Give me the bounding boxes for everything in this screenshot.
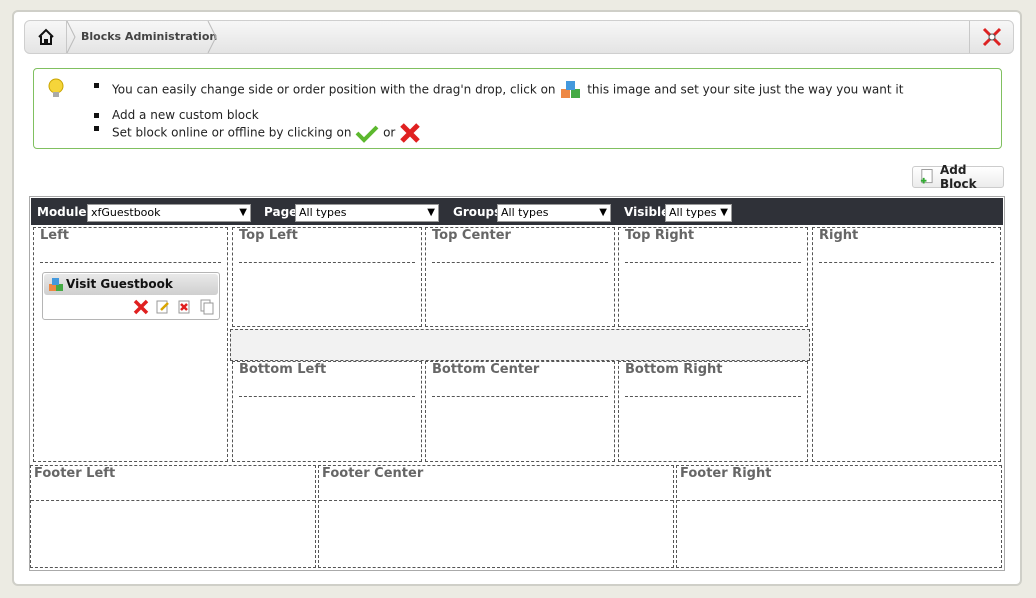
zone-footer-right[interactable]: Footer Right (676, 465, 1002, 568)
main-frame: Blocks Administration You can easily cha… (12, 10, 1022, 586)
zone-right[interactable]: Right (812, 227, 1001, 462)
offline-icon[interactable] (133, 299, 149, 315)
cross-icon (400, 123, 420, 143)
block-handle[interactable]: Visit Guestbook (44, 274, 218, 295)
chevron-down-icon: ▼ (239, 207, 247, 218)
block-card[interactable]: Visit Guestbook (42, 272, 220, 320)
help-text: or (383, 125, 396, 140)
filter-bar: Modules xfGuestbook ▼ Page All types ▼ Gro… (31, 198, 1003, 225)
delete-icon[interactable] (177, 299, 193, 315)
zone-divider (239, 396, 415, 397)
visible-label: Visible (624, 205, 670, 219)
zone-label: Bottom Left (239, 362, 327, 377)
zone-top-center[interactable]: Top Center (425, 227, 615, 327)
clone-icon[interactable] (199, 299, 215, 315)
breadcrumb-separator (66, 21, 76, 53)
block-title: Visit Guestbook (66, 277, 173, 291)
help-item-online: Set block online or offline by clicking … (94, 122, 903, 144)
add-page-icon (920, 169, 933, 184)
modules-value: xfGuestbook (91, 206, 161, 219)
zone-divider (31, 500, 315, 501)
zone-bottom-left[interactable]: Bottom Left (232, 361, 422, 462)
page-value: All types (299, 206, 347, 219)
zone-top-right[interactable]: Top Right (618, 227, 808, 327)
zone-divider (625, 396, 801, 397)
page-label: Page (264, 205, 298, 219)
page-select[interactable]: All types ▼ (295, 204, 439, 222)
checkmark-icon (355, 125, 379, 143)
blocks-icon (49, 278, 63, 291)
breadcrumb-title[interactable]: Blocks Administration (79, 21, 217, 53)
chevron-down-icon: ▼ (427, 207, 435, 218)
modules-label: Modules (37, 205, 94, 219)
visible-value: All types (669, 206, 717, 219)
add-block-label: Add Block (939, 163, 977, 191)
zone-label: Top Center (432, 228, 511, 243)
add-block-button[interactable]: Add Block (912, 163, 1004, 191)
zone-divider (432, 396, 608, 397)
zone-bottom-center[interactable]: Bottom Center (425, 361, 615, 462)
zone-footer-left[interactable]: Footer Left (30, 465, 316, 568)
zone-divider (819, 262, 994, 263)
help-item-add: Add a new custom block (94, 109, 903, 122)
help-text: this image and set your site just the wa… (587, 82, 904, 97)
help-text: Add a new custom block (112, 108, 259, 122)
zone-bottom-right[interactable]: Bottom Right (618, 361, 808, 462)
block-toolbar (133, 299, 215, 315)
modules-select[interactable]: xfGuestbook ▼ (87, 204, 251, 222)
zone-label: Bottom Center (432, 362, 540, 377)
zone-divider (432, 262, 608, 263)
zone-divider (625, 262, 801, 263)
help-text: Set block online or offline by clicking … (112, 125, 352, 140)
visible-select[interactable]: All types ▼ (665, 204, 732, 222)
help-box: You can easily change side or order posi… (33, 68, 1002, 149)
zone-divider (239, 262, 415, 263)
zone-divider (319, 500, 673, 501)
chevron-down-icon: ▼ (720, 207, 728, 218)
groups-select[interactable]: All types ▼ (497, 204, 611, 222)
lightbulb-icon (48, 78, 64, 97)
zone-left[interactable]: Left (33, 227, 228, 462)
breadcrumb-separator (207, 21, 217, 53)
zone-label: Footer Left (34, 466, 116, 481)
tools-icon[interactable] (969, 21, 1013, 53)
zone-divider (40, 262, 221, 263)
help-item-drag: You can easily change side or order posi… (94, 79, 903, 101)
blocks-panel: Modules xfGuestbook ▼ Page All types ▼ Gro… (29, 196, 1005, 571)
center-content-zone[interactable] (230, 329, 810, 361)
zone-label: Footer Center (322, 466, 424, 481)
home-icon[interactable] (25, 21, 67, 53)
zone-divider (677, 500, 1001, 501)
breadcrumb: Blocks Administration (24, 20, 1014, 54)
help-text: You can easily change side or order posi… (112, 82, 556, 97)
zone-label: Top Left (239, 228, 298, 243)
groups-value: All types (501, 206, 549, 219)
groups-label: Groups (453, 205, 502, 219)
zone-label: Left (40, 228, 69, 243)
blocks-icon (561, 81, 581, 98)
chevron-down-icon: ▼ (599, 207, 607, 218)
zone-label: Top Right (625, 228, 695, 243)
zone-footer-center[interactable]: Footer Center (318, 465, 674, 568)
zone-label: Footer Right (680, 466, 772, 481)
zone-label: Right (819, 228, 859, 243)
zone-label: Bottom Right (625, 362, 723, 377)
edit-icon[interactable] (155, 299, 171, 315)
zone-top-left[interactable]: Top Left (232, 227, 422, 327)
